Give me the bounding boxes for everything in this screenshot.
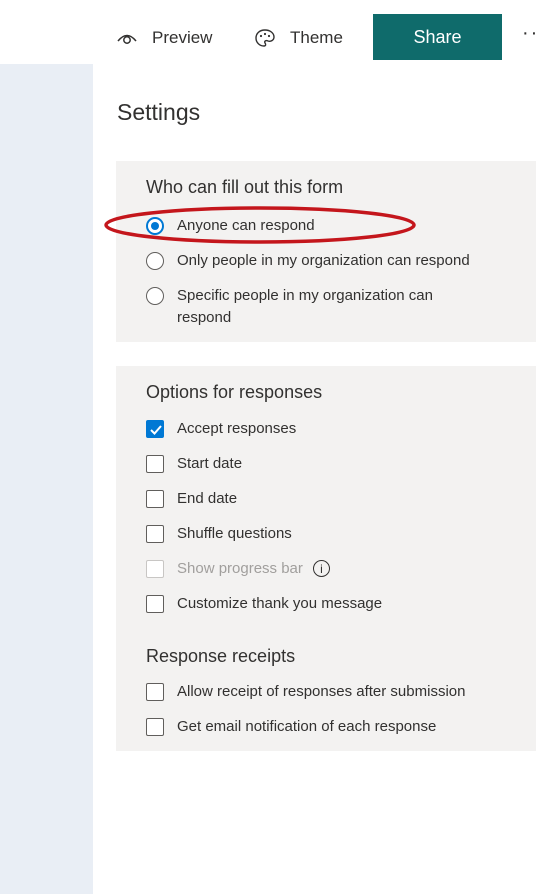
top-toolbar: Preview Theme Share ·· [0,0,536,64]
checkmark-icon [150,425,162,435]
preview-label: Preview [152,28,213,47]
checkbox-end-date[interactable] [146,490,164,508]
checkbox-show-progress-bar [146,560,164,578]
option-allow-receipt[interactable]: Allow receipt of responses after submiss… [146,683,465,701]
checkbox-shuffle-questions[interactable] [146,525,164,543]
option-label-line2: respond [177,309,232,326]
option-label: Allow receipt of responses after submiss… [177,683,466,700]
option-label: Show progress bar [177,560,303,577]
checkbox-customize-thank-you[interactable] [146,595,164,613]
radio-organization[interactable] [146,252,164,270]
option-label: Accept responses [177,420,297,437]
info-icon[interactable]: i [312,560,330,577]
option-end-date[interactable]: End date [146,490,237,508]
checkbox-start-date[interactable] [146,455,164,473]
option-label: Customize thank you message [177,595,383,612]
option-label-line1: Specific people in my organization can [177,287,433,304]
more-options-button[interactable]: ·· [522,22,536,45]
option-show-progress-bar: Show progress bar i [146,560,330,578]
option-start-date[interactable]: Start date [146,455,242,473]
radio-specific-people[interactable] [146,287,164,305]
theme-button[interactable]: Theme [254,22,343,54]
option-specific-people[interactable]: Specific people in my organization can r… [146,287,433,329]
share-button[interactable]: Share [373,14,502,60]
preview-button[interactable]: Preview [116,22,212,54]
left-rail [0,64,93,894]
response-receipts-title: Response receipts [146,646,296,666]
palette-icon [255,29,275,47]
option-label: Specific people in my organization can r… [177,285,433,329]
option-label: Only people in my organization can respo… [177,252,470,269]
options-for-responses-title: Options for responses [146,382,323,402]
option-label: Get email notification of each response [177,718,437,735]
who-can-fill-title: Who can fill out this form [146,177,344,197]
option-label: Start date [177,455,243,472]
checkbox-email-notification[interactable] [146,718,164,736]
option-label: End date [177,490,238,507]
page-title: Settings [117,99,201,125]
option-email-notification[interactable]: Get email notification of each response [146,718,436,736]
option-customize-thank-you[interactable]: Customize thank you message [146,595,382,613]
who-can-fill-panel: Who can fill out this form Anyone can re… [116,161,536,342]
theme-label: Theme [290,28,343,47]
checkbox-allow-receipt[interactable] [146,683,164,701]
eye-icon [117,34,137,44]
option-accept-responses[interactable]: Accept responses [146,420,296,438]
annotation-ellipse [104,206,416,244]
option-shuffle-questions[interactable]: Shuffle questions [146,525,292,543]
option-organization-only[interactable]: Only people in my organization can respo… [146,252,470,270]
checkbox-accept-responses[interactable] [146,420,164,438]
option-label: Shuffle questions [177,525,292,542]
options-panel: Options for responses Accept responses S… [116,366,536,751]
